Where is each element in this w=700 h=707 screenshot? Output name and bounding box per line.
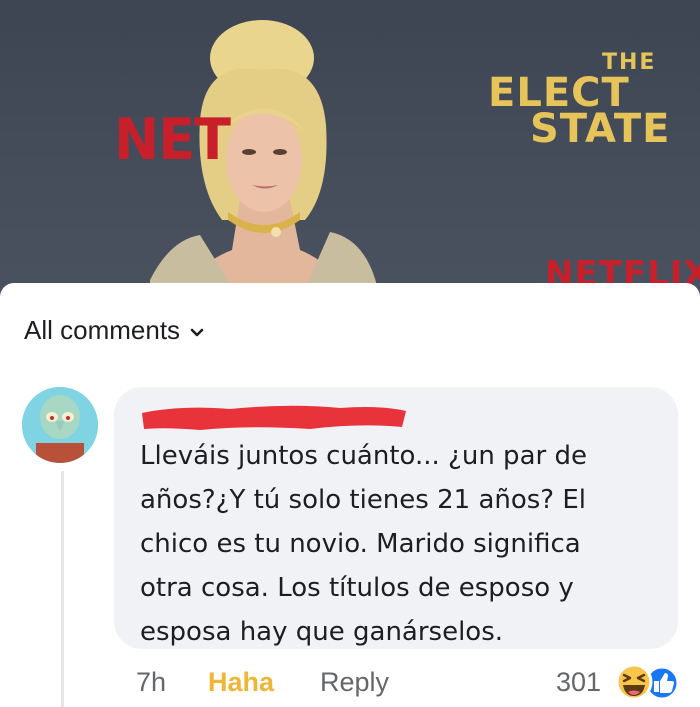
react-button[interactable]: Haha <box>208 667 274 698</box>
reaction-icons[interactable] <box>612 661 682 703</box>
comments-panel: All comments Lleváis juntos cuánto... ¿u… <box>0 283 700 707</box>
all-comments-dropdown[interactable]: All comments <box>24 315 204 346</box>
reaction-count[interactable]: 301 <box>556 667 601 698</box>
avatar[interactable] <box>22 387 98 463</box>
comment-timestamp[interactable]: 7h <box>136 667 166 698</box>
squidward-avatar-icon <box>22 387 98 463</box>
all-comments-label: All comments <box>24 315 181 345</box>
comment-bubble[interactable]: Lleváis juntos cuánto... ¿un par de años… <box>114 387 678 649</box>
title-line-2: STATE <box>530 106 671 152</box>
movie-title-logo: THE ELECT STATE <box>488 50 671 152</box>
comment-text: Lleváis juntos cuánto... ¿un par de años… <box>140 441 587 647</box>
post-photo[interactable]: NET THE ELECT STATE NETFLIX <box>0 0 700 300</box>
chevron-down-icon <box>190 328 204 336</box>
redacted-username <box>142 405 406 430</box>
comment-actions: 7h Haha Reply 301 <box>0 667 700 703</box>
haha-emoji-icon <box>615 663 653 701</box>
reply-button[interactable]: Reply <box>320 667 389 698</box>
netflix-logo: NET <box>114 106 231 173</box>
